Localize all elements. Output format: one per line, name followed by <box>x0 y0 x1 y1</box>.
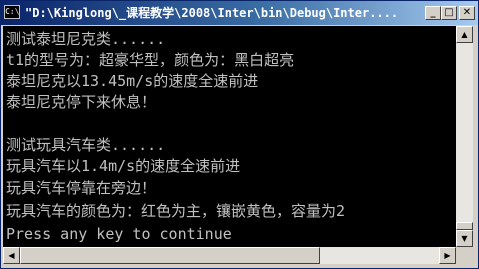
console-icon[interactable]: C:\ <box>4 5 20 19</box>
scroll-up-icon[interactable]: ▲ <box>456 26 473 43</box>
vertical-scroll-thumb[interactable] <box>456 222 473 230</box>
console-line: 测试泰坦尼克类...... <box>6 30 166 48</box>
console-line: t1的型号为：超豪华型，颜色为：黑白超亮 <box>6 51 295 69</box>
horizontal-scrollbar[interactable]: ◀ ▶ <box>3 247 456 264</box>
scroll-left-icon[interactable]: ◀ <box>3 247 20 264</box>
scroll-down-icon[interactable]: ▼ <box>456 230 473 247</box>
vertical-scrollbar[interactable]: ▲ ▼ <box>456 26 473 247</box>
console-line: 玩具汽车停靠在旁边！ <box>6 179 157 197</box>
maximize-button[interactable]: □ <box>441 6 457 20</box>
console-line: 测试玩具汽车类...... <box>6 136 166 154</box>
horizontal-scroll-thumb[interactable] <box>20 247 320 264</box>
close-button[interactable]: ✕ <box>459 6 475 20</box>
console-line: 玩具汽车的颜色为：红色为主，镶嵌黄色，容量为2 <box>6 202 346 220</box>
title-bar[interactable]: C:\ "D:\Kinglong\_课程教学\2008\Inter\bin\De… <box>1 1 478 25</box>
console-line: 泰坦尼克以13.45m/s的速度全速前进 <box>6 72 259 90</box>
minimize-button[interactable]: _ <box>425 6 441 20</box>
console-line: Press any key to continue <box>6 225 232 243</box>
size-grip[interactable] <box>456 247 473 264</box>
window-title: "D:\Kinglong\_课程教学\2008\Inter\bin\Debug\… <box>25 6 399 20</box>
console-output[interactable]: 测试泰坦尼克类...... t1的型号为：超豪华型，颜色为：黑白超亮 泰坦尼克以… <box>3 26 456 247</box>
console-window: C:\ "D:\Kinglong\_课程教学\2008\Inter\bin\De… <box>0 0 479 269</box>
console-line: 泰坦尼克停下来休息！ <box>6 93 157 111</box>
console-line: 玩具汽车以1.4m/s的速度全速前进 <box>6 157 241 175</box>
scroll-right-icon[interactable]: ▶ <box>439 247 456 264</box>
